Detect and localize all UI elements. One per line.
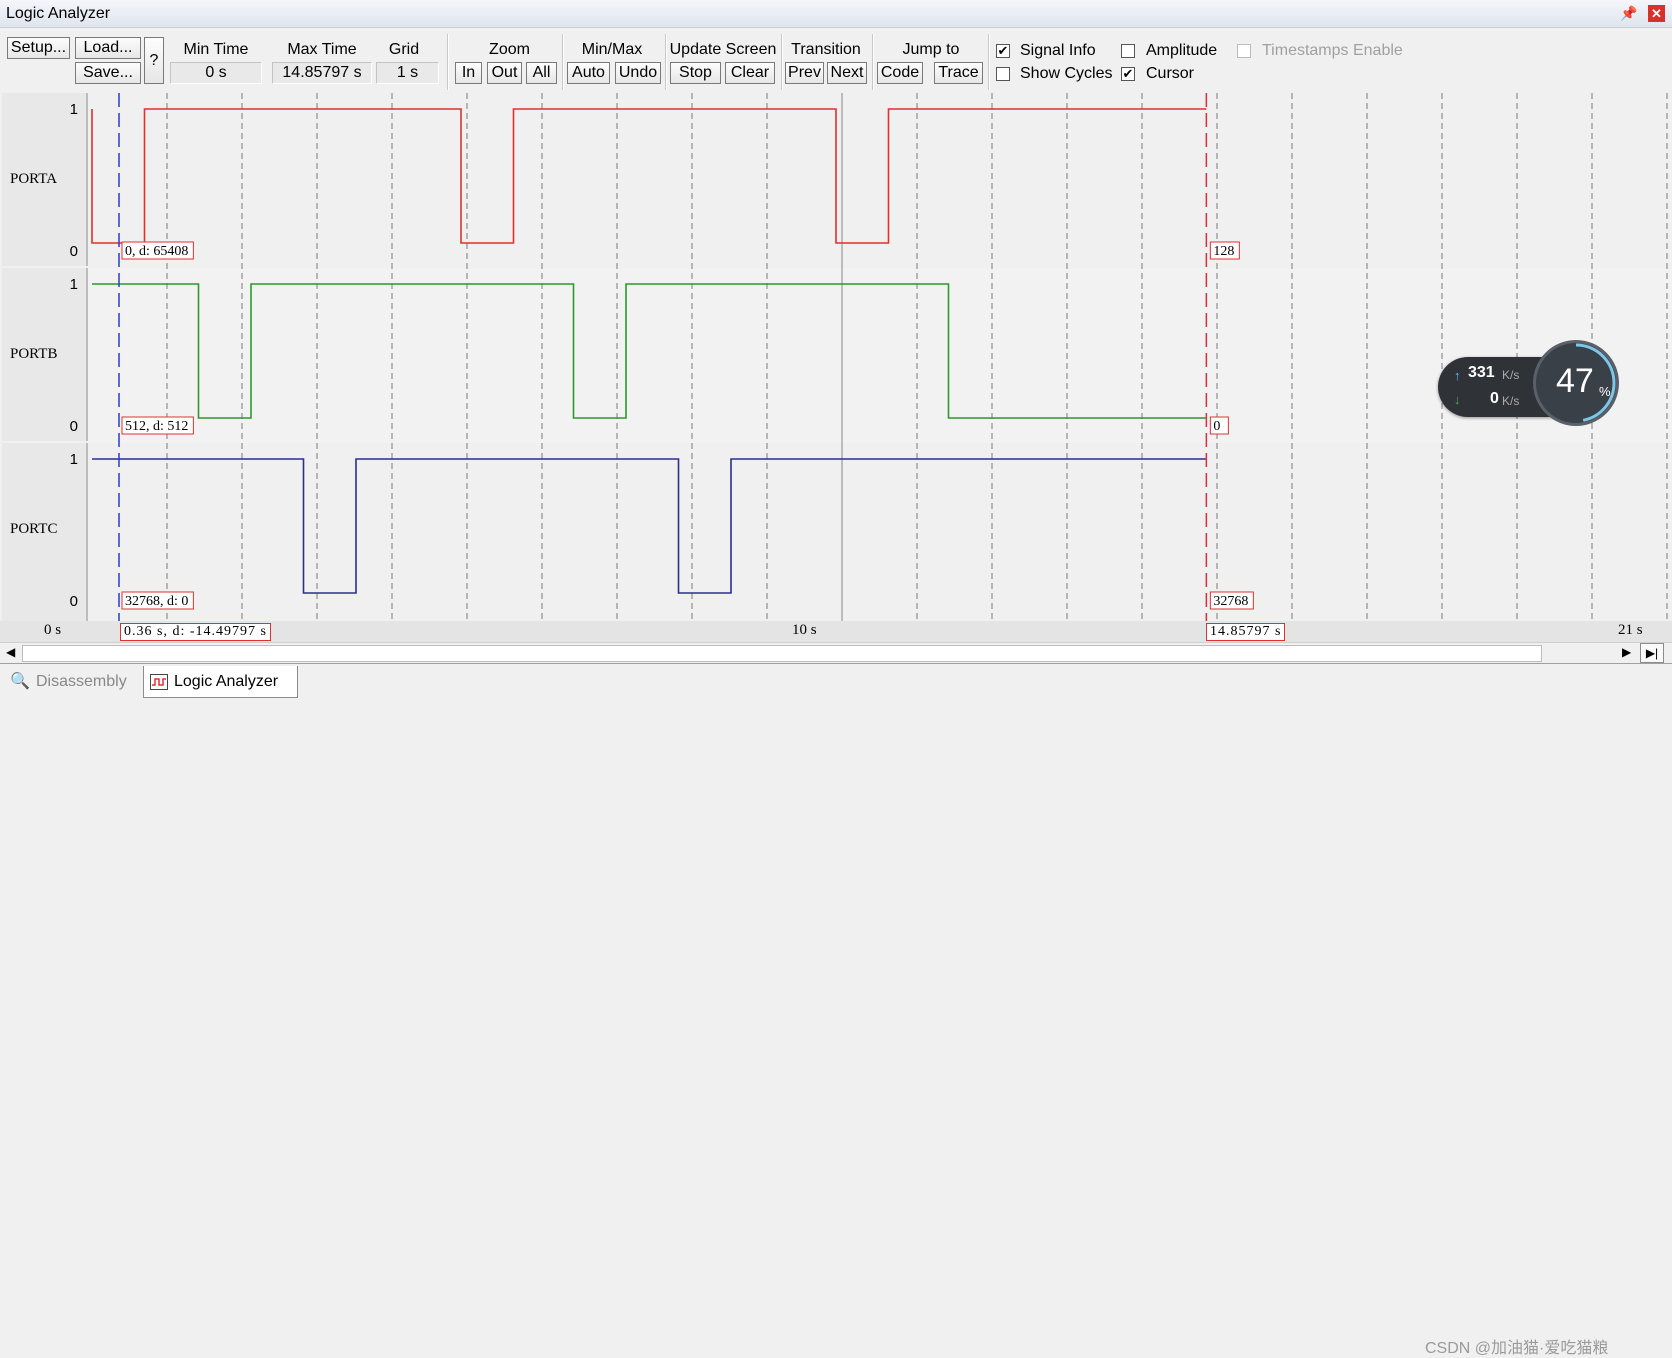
cpu-percent: 47 [1556,362,1594,400]
update-screen-label: Update Screen [669,41,777,58]
jump-trace-button[interactable]: Trace [934,62,983,84]
scroll-right-icon[interactable]: ▶ [1622,645,1631,659]
toolbar-separator [872,34,874,90]
grid-label: Grid [388,41,420,58]
minmax-auto-button[interactable]: Auto [567,62,610,84]
minmax-undo-button[interactable]: Undo [615,62,661,84]
show-cycles-label: Show Cycles [1020,65,1113,82]
toolbar-separator [665,34,667,90]
transition-label: Transition [791,41,861,58]
signal-name-column: 1 PORTA 0 1 PORTB 0 1 PORTC 0 [0,93,88,621]
signal-info-checkbox[interactable]: ✔ [996,44,1010,58]
time-axis-end-label: 21 s [1618,622,1643,638]
signal-name-porta: PORTA [10,171,58,187]
max-time-label: Max Time [287,41,357,58]
network-speed-widget[interactable]: ↑ 331 K/s ↓ 0 K/s 47 % [1438,340,1619,432]
close-icon[interactable]: ✕ [1648,5,1665,22]
update-clear-button[interactable]: Clear [725,62,775,84]
toolbar-separator [988,34,990,90]
upload-arrow-icon: ↑ [1454,368,1461,383]
signal-info-label: Signal Info [1020,42,1096,59]
toolbar-separator [781,34,783,90]
high-level-label: 1 [69,101,78,118]
zoom-out-button[interactable]: Out [487,62,522,84]
signal-info-right: 128 [1213,244,1234,259]
jump-code-button[interactable]: Code [877,62,923,84]
toolbar-separator [447,34,449,90]
pin-icon[interactable]: 📌 [1620,4,1638,22]
transition-next-button[interactable]: Next [827,62,867,84]
cpu-percent-unit: % [1599,384,1611,399]
tab-bar: 🔍 Disassembly Logic Analyzer CSDN @加油猫·爱… [0,663,1672,1357]
min-time-label: Min Time [183,41,249,58]
zoom-label: Zoom [489,41,530,58]
signal-info-left: 32768, d: 0 [125,594,188,609]
download-speed: 0 [1490,390,1499,407]
title-bar: Logic Analyzer 📌 ✕ [0,0,1672,28]
signal-row-portc[interactable]: 1 PORTC 0 [2,443,88,621]
logic-analyzer-icon [150,674,168,690]
update-stop-button[interactable]: Stop [670,62,721,84]
cursor-checkbox[interactable]: ✔ [1121,67,1135,81]
tab-logic-analyzer[interactable]: Logic Analyzer [143,666,298,698]
waveform-porta [91,108,1207,244]
row-background-portb [88,268,1672,443]
signal-name-portc: PORTC [10,521,58,537]
horizontal-scrollbar[interactable]: ◀ ▶ ▶| [0,642,1672,663]
load-button[interactable]: Load... [75,37,141,59]
cursor-time-info: 0.36 s, d: -14.49797 s [120,623,271,641]
end-time-info: 14.85797 s [1206,623,1286,641]
signal-info-left: 0, d: 65408 [125,244,188,259]
low-level-label: 0 [69,418,78,435]
tab-disassembly-label: Disassembly [36,673,127,690]
min-time-value: 0 s [170,62,262,84]
toolbar-separator [562,34,564,90]
watermark: CSDN @加油猫·爱吃猫粮 [1425,1340,1609,1357]
tab-disassembly[interactable]: 🔍 Disassembly [6,666,140,698]
timestamps-checkbox[interactable] [1237,44,1251,58]
cursor-label: Cursor [1146,65,1195,82]
signal-info-left: 512, d: 512 [125,419,188,434]
max-time-value: 14.85797 s [272,62,372,84]
setup-button[interactable]: Setup... [7,37,70,59]
signal-row-porta[interactable]: 1 PORTA 0 [2,93,88,266]
upload-speed: 331 [1468,364,1495,381]
amplitude-checkbox[interactable] [1121,44,1135,58]
waveform-portc [92,458,1207,594]
upload-unit: K/s [1502,368,1520,382]
zoom-all-button[interactable]: All [526,62,557,84]
show-cycles-checkbox[interactable] [996,67,1010,81]
disassembly-icon: 🔍 [10,673,30,690]
help-button[interactable]: ? [144,37,164,84]
zoom-in-button[interactable]: In [455,62,482,84]
minmax-label: Min/Max [581,41,643,58]
high-level-label: 1 [69,276,78,293]
tab-logic-analyzer-label: Logic Analyzer [174,673,279,690]
signal-info-right: 32768 [1213,594,1248,609]
timestamps-label: Timestamps Enable [1262,42,1403,59]
toolbar: Setup... Load... Save... ? Min Time 0 s … [0,28,1672,93]
signal-name-portb: PORTB [10,346,58,362]
high-level-label: 1 [69,451,78,468]
jump-to-label: Jump to [902,41,960,58]
signal-row-portb[interactable]: 1 PORTB 0 [2,268,88,441]
download-arrow-icon: ↓ [1454,392,1461,407]
amplitude-label: Amplitude [1146,42,1218,59]
save-button[interactable]: Save... [75,62,141,84]
time-axis-start-label: 0 s [44,622,62,638]
download-unit: K/s [1502,394,1520,408]
window-title: Logic Analyzer [6,5,111,22]
scrollbar-thumb[interactable] [22,645,1542,662]
signal-info-right: 0 [1213,419,1220,434]
grid-value: 1 s [376,62,439,84]
waveform-area[interactable]: 0, d: 65408 128 512, d: 512 0 32768, d: 0 327… [88,93,1672,621]
transition-prev-button[interactable]: Prev [785,62,824,84]
time-axis-mid-label: 10 s [792,622,817,638]
scroll-end-icon[interactable]: ▶| [1640,643,1664,663]
scroll-left-icon[interactable]: ◀ [6,645,15,659]
low-level-label: 0 [69,243,78,260]
time-axis: 0 s 10 s 21 s 0.36 s, d: -14.49797 s 14.… [0,621,1672,642]
low-level-label: 0 [69,593,78,610]
